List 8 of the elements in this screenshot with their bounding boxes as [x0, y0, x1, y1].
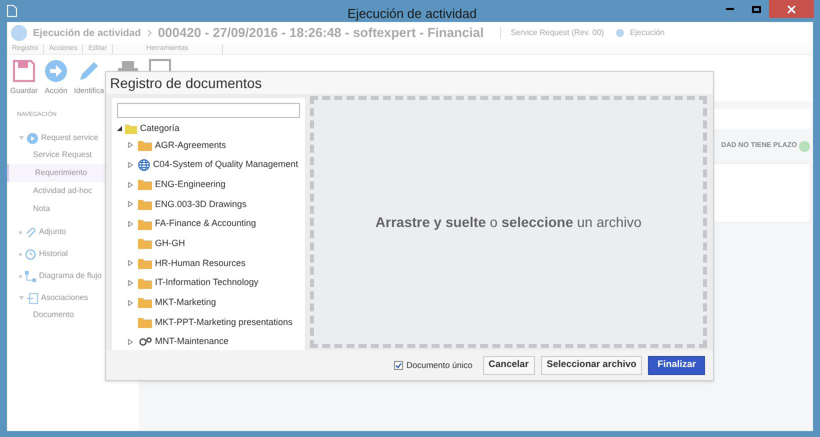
status-text: Ejecución [630, 27, 665, 39]
checkbox-label: Documento único [406, 358, 473, 372]
drop-zone-text: Arrastre y suelte o seleccione un archivo [375, 212, 642, 232]
process-name: Service Request (Rev. 00) [500, 27, 604, 39]
module-title: Ejecución de actividad [33, 26, 141, 40]
window-title: Ejecución de actividad [347, 5, 477, 23]
record-title: 000420 - 27/09/2016 - 18:26:48 - softexpert - Financial [158, 24, 484, 42]
dialog-title: Registro de documentos [110, 74, 262, 93]
